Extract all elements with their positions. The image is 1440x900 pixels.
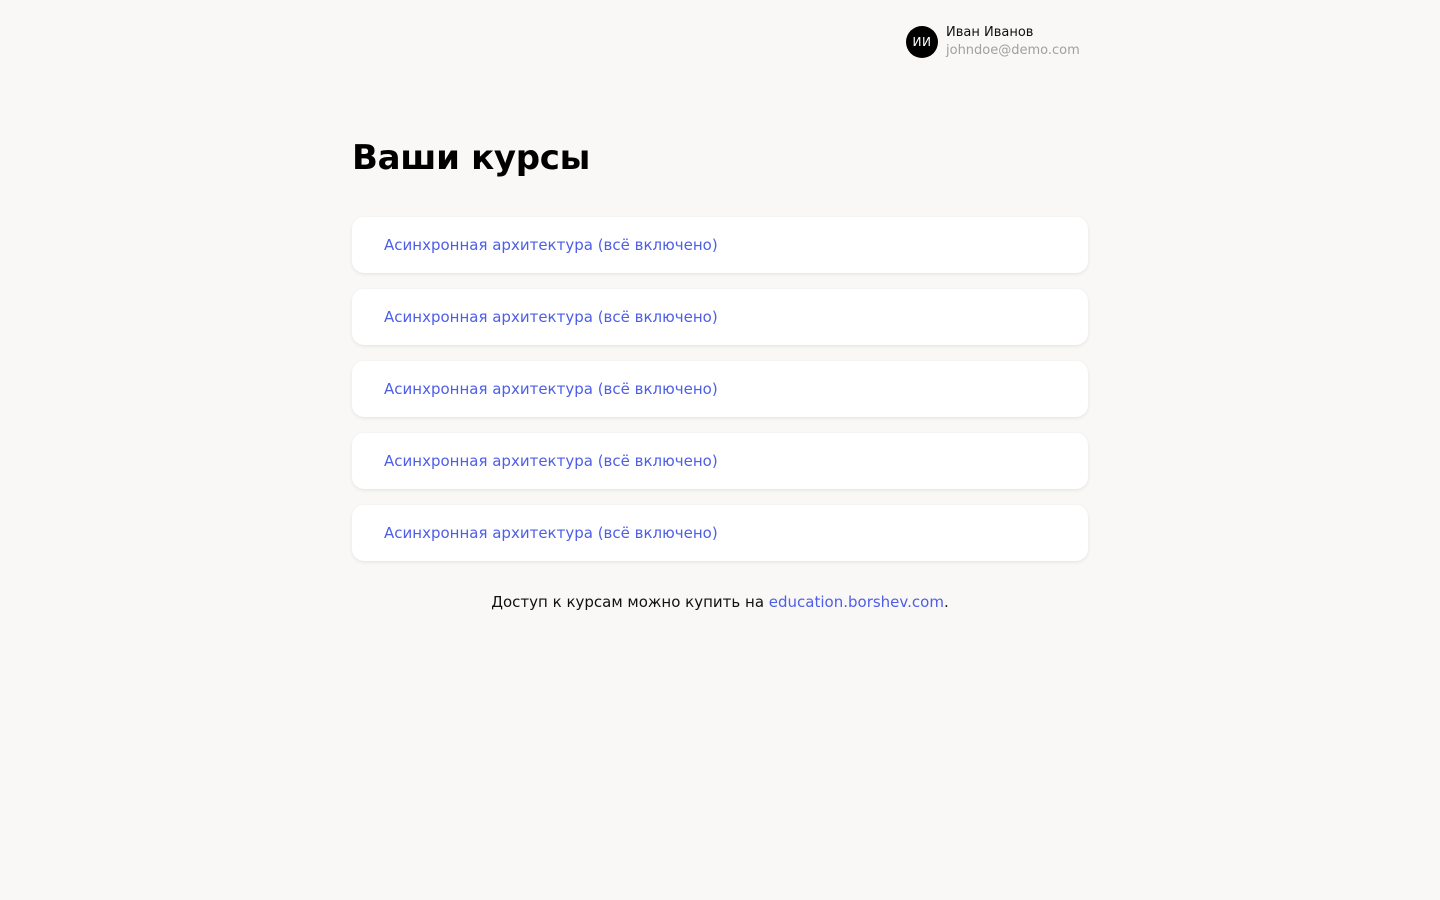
avatar[interactable]: ИИ (906, 26, 938, 58)
page: ИИ Иван Иванов johndoe@demo.com Ваши кур… (0, 0, 1440, 900)
main-content: Ваши курсы Асинхронная архитектура (всё … (352, 136, 1088, 611)
user-email: johndoe@demo.com (946, 43, 1080, 58)
course-card[interactable]: Асинхронная архитектура (всё включено) (352, 433, 1088, 489)
user-info: Иван Иванов johndoe@demo.com (946, 24, 1080, 60)
course-card[interactable]: Асинхронная архитектура (всё включено) (352, 289, 1088, 345)
store-link[interactable]: education.borshev.com (769, 593, 944, 611)
course-list: Асинхронная архитектура (всё включено) А… (352, 217, 1088, 561)
course-card[interactable]: Асинхронная архитектура (всё включено) (352, 505, 1088, 561)
course-card[interactable]: Асинхронная архитектура (всё включено) (352, 217, 1088, 273)
purchase-note: Доступ к курсам можно купить на educatio… (352, 593, 1088, 611)
user-profile[interactable]: ИИ Иван Иванов johndoe@demo.com (906, 24, 1080, 60)
course-card[interactable]: Асинхронная архитектура (всё включено) (352, 361, 1088, 417)
page-title: Ваши курсы (352, 138, 591, 178)
purchase-note-text: Доступ к курсам можно купить на (491, 593, 769, 611)
user-name: Иван Иванов (946, 25, 1034, 40)
purchase-note-period: . (943, 593, 949, 611)
